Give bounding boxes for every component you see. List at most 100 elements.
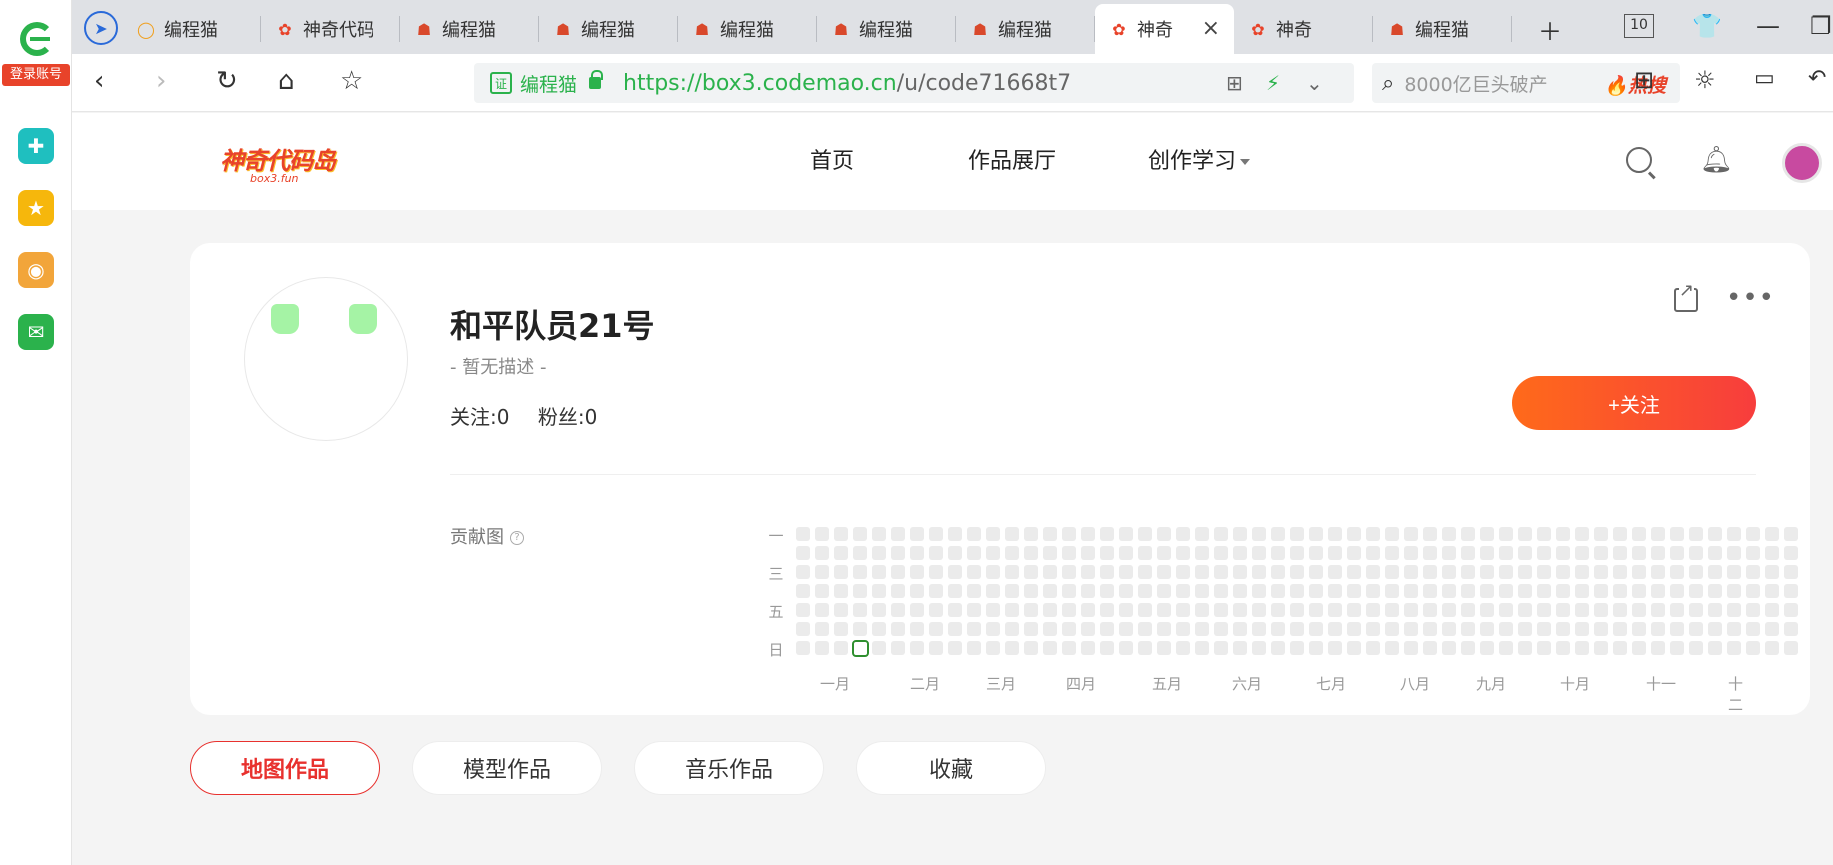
contribution-cell[interactable]	[1214, 527, 1228, 541]
contribution-cell[interactable]	[1195, 603, 1209, 617]
contribution-cell[interactable]	[1689, 546, 1703, 560]
contribution-cell[interactable]	[1290, 527, 1304, 541]
contribution-cell[interactable]	[1746, 527, 1760, 541]
contribution-cell[interactable]	[1708, 584, 1722, 598]
contribution-cell[interactable]	[1195, 622, 1209, 636]
contribution-cell[interactable]	[1632, 641, 1646, 655]
contribution-cell[interactable]	[1024, 527, 1038, 541]
contribution-cell[interactable]	[1290, 546, 1304, 560]
contribution-cell[interactable]	[967, 603, 981, 617]
contribution-cell[interactable]	[1062, 622, 1076, 636]
contribution-cell[interactable]	[1347, 622, 1361, 636]
contribution-cell[interactable]	[1518, 622, 1532, 636]
contribution-cell[interactable]	[1366, 565, 1380, 579]
contribution-cell[interactable]	[1537, 584, 1551, 598]
contribution-cell[interactable]	[1328, 603, 1342, 617]
contribution-cell[interactable]	[796, 622, 810, 636]
restore-window-icon[interactable]: ❐	[1810, 12, 1832, 40]
contribution-cell[interactable]	[1176, 527, 1190, 541]
contribution-cell[interactable]	[1005, 565, 1019, 579]
contribution-cell[interactable]	[1670, 584, 1684, 598]
contribution-cell[interactable]	[1309, 622, 1323, 636]
contribution-cell[interactable]	[1328, 565, 1342, 579]
contribution-cell[interactable]	[910, 641, 924, 655]
contribution-cell[interactable]	[1784, 603, 1798, 617]
mail-icon[interactable]: ✉	[18, 314, 54, 350]
contribution-cell[interactable]	[1556, 546, 1570, 560]
contribution-cell[interactable]	[1594, 565, 1608, 579]
contribution-cell[interactable]	[1043, 565, 1057, 579]
contribution-cell[interactable]	[1176, 565, 1190, 579]
contribution-cell[interactable]	[967, 641, 981, 655]
contribution-cell[interactable]	[1442, 622, 1456, 636]
contribution-cell[interactable]	[1442, 546, 1456, 560]
contribution-cell[interactable]	[1613, 641, 1627, 655]
contribution-cell[interactable]	[1632, 565, 1646, 579]
cross-app-icon[interactable]: ✚	[18, 128, 54, 164]
contribution-cell[interactable]	[1157, 641, 1171, 655]
contribution-cell[interactable]	[1499, 546, 1513, 560]
contribution-cell[interactable]	[1670, 565, 1684, 579]
contribution-cell[interactable]	[929, 546, 943, 560]
contribution-cell[interactable]	[1100, 527, 1114, 541]
contribution-cell[interactable]	[1670, 603, 1684, 617]
contribution-cell[interactable]	[815, 565, 829, 579]
contribution-cell[interactable]	[1119, 527, 1133, 541]
contribution-cell[interactable]	[891, 584, 905, 598]
browser-tab[interactable]: ☗ 编程猫	[678, 4, 817, 54]
contribution-cell[interactable]	[815, 603, 829, 617]
contribution-cell[interactable]	[1271, 641, 1285, 655]
contribution-cell[interactable]	[1252, 546, 1266, 560]
browser-tab[interactable]: ✿ 神奇	[1234, 4, 1373, 54]
contribution-cell[interactable]	[1366, 584, 1380, 598]
contribution-cell[interactable]	[1442, 641, 1456, 655]
contribution-cell[interactable]	[967, 565, 981, 579]
contribution-cell[interactable]	[948, 603, 962, 617]
contribution-cell[interactable]	[1347, 546, 1361, 560]
contribution-cell[interactable]	[929, 641, 943, 655]
contribution-cell[interactable]	[1746, 603, 1760, 617]
contribution-cell[interactable]	[1347, 565, 1361, 579]
contribution-cell[interactable]	[1119, 622, 1133, 636]
contribution-cell[interactable]	[1157, 546, 1171, 560]
contribution-cell[interactable]	[1385, 527, 1399, 541]
contribution-cell[interactable]	[1157, 584, 1171, 598]
contribution-cell[interactable]	[834, 527, 848, 541]
contribution-cell[interactable]	[815, 546, 829, 560]
contribution-cell[interactable]	[1290, 622, 1304, 636]
contribution-cell[interactable]	[1195, 527, 1209, 541]
contribution-cell[interactable]	[1461, 527, 1475, 541]
contribution-cell[interactable]	[967, 584, 981, 598]
contribution-cell[interactable]	[1081, 527, 1095, 541]
reload-icon[interactable]: ↻	[216, 66, 238, 96]
contribution-cell[interactable]	[1252, 641, 1266, 655]
search-placeholder[interactable]: 8000亿巨头破产	[1404, 70, 1547, 97]
contribution-cell[interactable]	[1575, 565, 1589, 579]
contribution-cell[interactable]	[1005, 641, 1019, 655]
contribution-cell[interactable]	[1765, 603, 1779, 617]
contribution-cell[interactable]	[1708, 622, 1722, 636]
contribution-cell[interactable]	[1746, 546, 1760, 560]
new-tab-icon[interactable]: ＋	[1538, 12, 1562, 47]
contribution-cell[interactable]	[929, 527, 943, 541]
close-tab-icon[interactable]: ×	[1202, 16, 1220, 41]
contribution-cell[interactable]	[1651, 565, 1665, 579]
contribution-cell[interactable]	[1651, 527, 1665, 541]
contribution-cell[interactable]	[1613, 622, 1627, 636]
certificate-icon[interactable]: 证	[490, 72, 512, 94]
contribution-cell[interactable]	[1385, 584, 1399, 598]
contribution-cell[interactable]	[1556, 622, 1570, 636]
contribution-cell[interactable]	[1784, 527, 1798, 541]
contribution-cell[interactable]	[1328, 622, 1342, 636]
contribution-cell[interactable]	[910, 565, 924, 579]
contribution-cell[interactable]	[1024, 584, 1038, 598]
contribution-cell[interactable]	[1404, 603, 1418, 617]
contribution-cell[interactable]	[1461, 565, 1475, 579]
contribution-cell[interactable]	[815, 527, 829, 541]
contribution-cell[interactable]	[796, 641, 810, 655]
contribution-cell[interactable]	[1233, 622, 1247, 636]
contribution-cell[interactable]	[872, 565, 886, 579]
contribution-cell[interactable]	[1575, 546, 1589, 560]
contribution-cell[interactable]	[1119, 603, 1133, 617]
contribution-cell[interactable]	[1309, 546, 1323, 560]
